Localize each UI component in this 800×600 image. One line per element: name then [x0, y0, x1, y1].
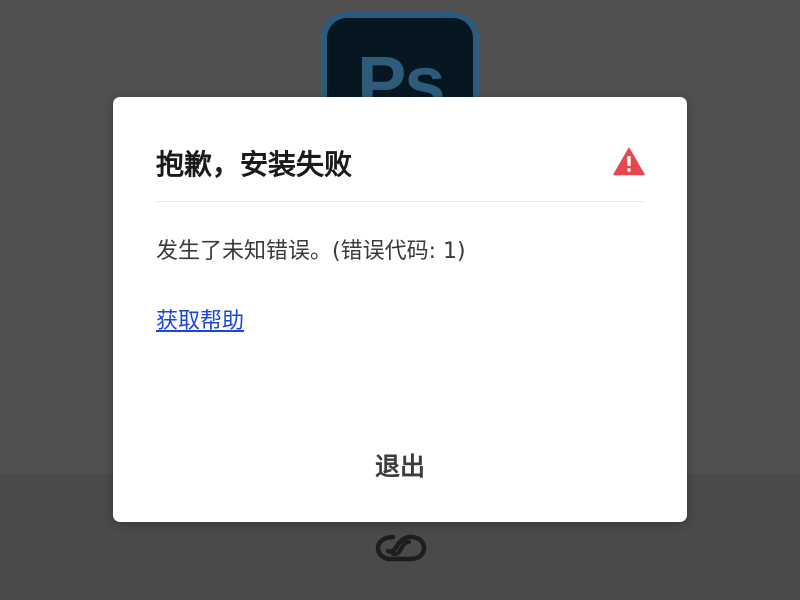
- dialog-title: 抱歉，安装失败: [156, 148, 353, 181]
- alert-triangle-icon: [613, 147, 645, 176]
- installer-background: Ps 抱歉，安装失败 发生了未知错误。(错误代码: 1) 获取帮助 退出: [0, 0, 800, 600]
- error-message: 发生了未知错误。(错误代码: 1): [156, 239, 466, 264]
- error-dialog: 抱歉，安装失败 发生了未知错误。(错误代码: 1) 获取帮助 退出: [113, 97, 687, 522]
- get-help-link[interactable]: 获取帮助: [156, 303, 244, 335]
- title-divider: [156, 201, 644, 202]
- quit-button[interactable]: 退出: [350, 443, 450, 487]
- creative-cloud-icon: [375, 534, 427, 562]
